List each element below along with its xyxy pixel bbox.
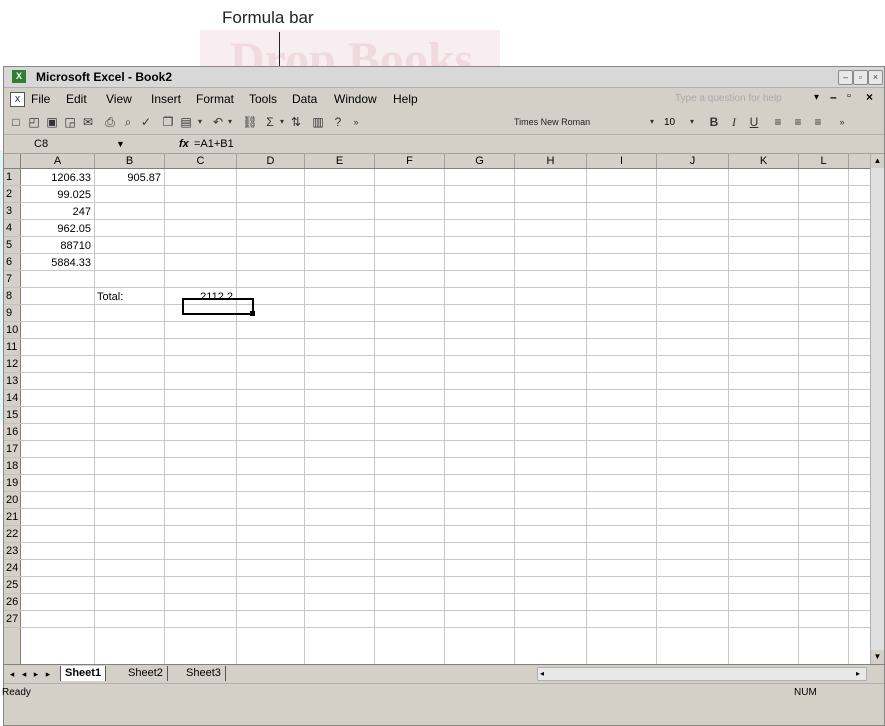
menu-bar: X File Edit View Insert Format Tools Dat… — [4, 88, 884, 110]
scroll-up-icon[interactable]: ▲ — [871, 154, 884, 168]
permission-icon[interactable]: ◲ — [62, 114, 78, 130]
save-icon[interactable]: ▣ — [44, 114, 60, 130]
excel-icon[interactable]: X — [12, 70, 26, 83]
insert-function-icon[interactable]: fx — [179, 137, 189, 151]
new-icon[interactable]: □ — [8, 114, 24, 130]
sheet-tab-1[interactable]: Sheet1 — [60, 666, 107, 681]
menu-edit[interactable]: Edit — [66, 92, 87, 106]
excel-window: X Microsoft Excel - Book2 – ▫ × X File E… — [2, 66, 885, 726]
chart-wizard-icon[interactable]: ▥ — [310, 114, 326, 130]
status-num: NUM — [794, 687, 817, 698]
menu-window[interactable]: Window — [334, 92, 377, 106]
menu-data[interactable]: Data — [292, 92, 317, 106]
font-size-dropdown-icon[interactable]: ▾ — [684, 114, 700, 130]
minimize-icon[interactable]: – — [838, 70, 853, 85]
menu-format[interactable]: Format — [196, 92, 234, 106]
paste-dropdown-icon[interactable]: ▾ — [196, 114, 204, 130]
center-icon[interactable]: ≡ — [790, 114, 806, 130]
cell-a5[interactable]: 88710 — [23, 239, 91, 253]
bold-button[interactable]: B — [706, 114, 722, 130]
sheet-tabs-bar: ◂ ◂ ▸ ▸ Sheet1 Sheet2 Sheet3 ◂ ▸ — [4, 664, 884, 682]
font-name-box[interactable]: Times New Roman — [514, 115, 632, 130]
cell-b1[interactable]: 905.87 — [97, 171, 161, 185]
standard-toolbar: □ ◰ ▣ ◲ ✉ ⎙ ⌕ ✓ ❐ ▤ ▾ ↶ ▾ ⛓ Σ ▾ ⇅ ▥ ? » … — [4, 110, 884, 135]
menu-file[interactable]: File — [31, 92, 50, 106]
doc-restore-icon[interactable]: ▫ — [847, 90, 851, 102]
doc-minimize-icon[interactable]: – — [830, 90, 837, 104]
toolbar-options-icon[interactable]: » — [348, 114, 364, 130]
window-title: Microsoft Excel - Book2 — [36, 70, 173, 84]
help-icon[interactable]: ? — [330, 114, 346, 130]
open-icon[interactable]: ◰ — [26, 114, 42, 130]
name-box[interactable]: C8 — [34, 137, 94, 151]
prev-sheet-icon[interactable]: ◂ — [18, 667, 30, 681]
menu-insert[interactable]: Insert — [151, 92, 181, 106]
copy-icon[interactable]: ❐ — [160, 114, 176, 130]
print-icon[interactable]: ⎙ — [102, 114, 118, 130]
formula-bar: C8 ▼ fx =A1+B1 — [4, 135, 884, 154]
cell-a2[interactable]: 99.025 — [23, 188, 91, 202]
worksheet-grid: ABCDEFGHIJKL 1 2 3 4 5 6 7 8 9 10 11 12 13 14 15 16 17 18… — [4, 154, 870, 664]
document-icon[interactable]: X — [10, 92, 25, 107]
print-preview-icon[interactable]: ⌕ — [120, 114, 136, 130]
cell-a6[interactable]: 5884.33 — [23, 256, 91, 270]
cell-b8[interactable]: Total: — [97, 290, 161, 304]
spelling-icon[interactable]: ✓ — [138, 114, 154, 130]
email-icon[interactable]: ✉ — [80, 114, 96, 130]
scroll-down-icon[interactable]: ▼ — [871, 650, 884, 664]
cells-layer: 1206.33 905.87 99.025 247 962.05 88710 5884.33… — [4, 154, 870, 664]
status-ready: Ready — [2, 687, 31, 698]
hyperlink-icon[interactable]: ⛓ — [242, 114, 258, 130]
formula-input[interactable]: =A1+B1 — [194, 137, 234, 151]
align-left-icon[interactable]: ≡ — [770, 114, 786, 130]
menu-help[interactable]: Help — [393, 92, 418, 106]
help-question-box[interactable]: Type a question for help — [669, 91, 801, 107]
menu-tools[interactable]: Tools — [249, 92, 277, 106]
formula-bar-callout: Formula bar — [222, 8, 314, 27]
sheet-tab-3[interactable]: Sheet3 — [182, 666, 226, 681]
paste-icon[interactable]: ▤ — [178, 114, 194, 130]
sheet-tab-2[interactable]: Sheet2 — [124, 666, 168, 681]
name-box-dropdown-icon[interactable]: ▼ — [116, 137, 125, 151]
undo-dropdown-icon[interactable]: ▾ — [226, 114, 234, 130]
chevron-down-icon[interactable]: ▾ — [814, 92, 819, 103]
vertical-scrollbar[interactable]: ▲ ▼ — [870, 154, 884, 664]
cell-a1[interactable]: 1206.33 — [23, 171, 91, 185]
title-bar: X Microsoft Excel - Book2 – ▫ × — [4, 67, 884, 88]
next-sheet-icon[interactable]: ▸ — [30, 667, 42, 681]
close-icon[interactable]: × — [868, 70, 883, 85]
horizontal-scrollbar[interactable]: ◂ ▸ — [537, 667, 867, 681]
undo-icon[interactable]: ↶ — [210, 114, 226, 130]
font-name-dropdown-icon[interactable]: ▾ — [644, 114, 660, 130]
autosum-icon[interactable]: Σ — [262, 114, 278, 130]
autosum-dropdown-icon[interactable]: ▾ — [278, 114, 286, 130]
doc-close-icon[interactable]: × — [866, 90, 873, 104]
font-size-box[interactable]: 10 — [664, 115, 684, 130]
scroll-left-icon[interactable]: ◂ — [540, 668, 544, 680]
first-sheet-icon[interactable]: ◂ — [6, 667, 18, 681]
active-cell-selection[interactable] — [182, 298, 254, 315]
underline-button[interactable]: U — [746, 114, 762, 130]
scroll-right-icon[interactable]: ▸ — [856, 668, 860, 680]
fill-handle[interactable] — [250, 311, 255, 316]
cell-a4[interactable]: 962.05 — [23, 222, 91, 236]
cell-a3[interactable]: 247 — [23, 205, 91, 219]
sort-ascending-icon[interactable]: ⇅ — [288, 114, 304, 130]
menu-view[interactable]: View — [106, 92, 132, 106]
last-sheet-icon[interactable]: ▸ — [42, 667, 54, 681]
restore-icon[interactable]: ▫ — [853, 70, 868, 85]
toolbar-options-2-icon[interactable]: » — [834, 114, 850, 130]
align-right-icon[interactable]: ≡ — [810, 114, 826, 130]
status-bar: Ready NUM — [2, 683, 884, 703]
italic-button[interactable]: I — [726, 114, 742, 130]
